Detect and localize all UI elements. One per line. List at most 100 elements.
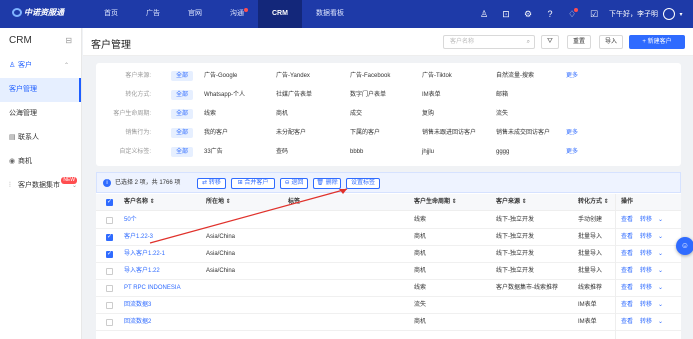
table-row[interactable]: 回流数据2 商机 IM表单 查看 转移 ⌄ bbox=[96, 314, 681, 331]
bell-icon[interactable]: ♢ bbox=[563, 0, 581, 28]
table-row[interactable]: 导入客户1.22 Asia/China 商机 线下-独立开发 批量导入 查看 转移 ⌄ bbox=[96, 263, 681, 280]
new-customer-button[interactable]: + 新建客户 bbox=[629, 35, 685, 49]
nav-communication[interactable]: 沟通 bbox=[216, 0, 258, 28]
transfer-link[interactable]: 转移 bbox=[640, 246, 652, 263]
cell-name[interactable]: 回流数据3 bbox=[124, 297, 151, 314]
merge-customer-button[interactable]: ⊞ 合并客户 bbox=[231, 178, 275, 189]
filter-option[interactable]: 广告-Yandex bbox=[276, 67, 310, 85]
table-row[interactable]: PT RPC INDONESIA 线索 客户数据集市-线索推荐 线索推荐 查看 转移 ⌄ bbox=[96, 280, 681, 297]
filter-option[interactable]: 数字门户表单 bbox=[350, 86, 386, 104]
filter-all[interactable]: 全部 bbox=[171, 71, 193, 81]
view-link[interactable]: 查看 bbox=[621, 246, 633, 263]
reset-button[interactable]: 重置 bbox=[567, 35, 591, 49]
column-header[interactable]: 客户名称 ⇕ bbox=[124, 194, 155, 211]
filter-more[interactable]: 更多 bbox=[566, 67, 578, 85]
sidebar-group-customer[interactable]: ♙ 客户 ⌃ bbox=[0, 54, 81, 78]
view-link[interactable]: 查看 bbox=[621, 280, 633, 297]
transfer-link[interactable]: 转移 bbox=[640, 314, 652, 331]
avatar[interactable] bbox=[663, 8, 675, 20]
transfer-link[interactable]: 转移 bbox=[640, 229, 652, 246]
filter-all[interactable]: 全部 bbox=[171, 90, 193, 100]
chevron-down-icon[interactable]: ▾ bbox=[677, 0, 685, 28]
filter-button[interactable]: ⛛ bbox=[541, 35, 559, 49]
cell-name[interactable]: 客户1.22-3 bbox=[124, 229, 153, 246]
chevron-down-icon[interactable]: ⌄ bbox=[658, 246, 663, 263]
user-icon[interactable]: ♙ bbox=[475, 0, 493, 28]
filter-option[interactable]: IM表单 bbox=[422, 86, 441, 104]
view-link[interactable]: 查看 bbox=[621, 229, 633, 246]
cell-name[interactable]: 导入客户1.22-1 bbox=[124, 246, 165, 263]
nav-crm[interactable]: CRM bbox=[258, 0, 302, 28]
column-header[interactable]: 客户生命周期 ⇕ bbox=[414, 194, 457, 211]
column-header[interactable]: 所在地 ⇕ bbox=[206, 194, 231, 211]
sidebar-item-contacts[interactable]: ▤ 联系人 bbox=[0, 126, 81, 150]
filter-option[interactable]: 复购 bbox=[422, 105, 434, 123]
nav-website[interactable]: 官网 bbox=[174, 0, 216, 28]
row-checkbox[interactable] bbox=[106, 233, 113, 241]
view-link[interactable]: 查看 bbox=[621, 263, 633, 280]
chevron-down-icon[interactable]: ⌄ bbox=[658, 212, 663, 229]
filter-option[interactable]: 流失 bbox=[496, 105, 508, 123]
filter-option[interactable]: 社媒广告表单 bbox=[276, 86, 312, 104]
settings-icon[interactable]: ⚙ bbox=[519, 0, 537, 28]
table-row[interactable]: 客户1.22-3 Asia/China 商机 线下-独立开发 批量导入 查看转移 ⌄ bbox=[96, 229, 681, 246]
filter-option[interactable]: gggg bbox=[496, 143, 509, 161]
set-tag-button[interactable]: 设置标签 bbox=[346, 178, 380, 189]
cell-name[interactable]: 导入客户1.22 bbox=[124, 263, 160, 280]
filter-more[interactable]: 更多 bbox=[566, 124, 578, 142]
filter-option[interactable]: 自然流量-搜索 bbox=[496, 67, 534, 85]
filter-option[interactable]: 下属的客户 bbox=[350, 124, 380, 142]
column-header[interactable]: 转化方式 ⇕ bbox=[578, 194, 609, 211]
delete-button[interactable]: 🗑 删除 bbox=[313, 178, 341, 189]
nav-dashboard[interactable]: 数据看板 bbox=[302, 0, 358, 28]
filter-option[interactable]: 销售未成交回访客户 bbox=[496, 124, 550, 142]
nav-home[interactable]: 首页 bbox=[90, 0, 132, 28]
filter-option[interactable]: 查码 bbox=[276, 143, 288, 161]
filter-option[interactable]: 线索 bbox=[204, 105, 216, 123]
sidebar-item-data-market[interactable]: ⫶ 客户数据集市 NEW ⌄ bbox=[0, 174, 81, 198]
nav-ads[interactable]: 广告 bbox=[132, 0, 174, 28]
cell-name[interactable]: 回流数据2 bbox=[124, 314, 151, 331]
cell-name[interactable]: PT RPC INDONESIA bbox=[124, 280, 181, 297]
collapse-icon[interactable]: ⊟ bbox=[65, 28, 72, 54]
column-header[interactable]: 客户来源 ⇕ bbox=[496, 194, 527, 211]
chevron-down-icon[interactable]: ⌄ bbox=[658, 314, 663, 331]
filter-option[interactable]: 广告-Facebook bbox=[350, 67, 390, 85]
view-link[interactable]: 查看 bbox=[621, 297, 633, 314]
filter-option[interactable]: bbbb bbox=[350, 143, 363, 161]
customer-service-button[interactable]: ☺ bbox=[676, 237, 693, 255]
filter-option[interactable]: 邮箱 bbox=[496, 86, 508, 104]
sidebar-item-public-pool[interactable]: 公海管理 bbox=[0, 102, 81, 126]
row-checkbox[interactable] bbox=[106, 285, 113, 292]
filter-more[interactable]: 更多 bbox=[566, 143, 578, 161]
row-checkbox[interactable] bbox=[106, 319, 113, 326]
task-icon[interactable]: ☑ bbox=[585, 0, 603, 28]
import-button[interactable]: 导入 bbox=[599, 35, 623, 49]
row-checkbox[interactable] bbox=[106, 217, 113, 224]
row-checkbox[interactable] bbox=[106, 250, 113, 258]
row-checkbox[interactable] bbox=[106, 268, 113, 275]
filter-option[interactable]: Whatsapp-个人 bbox=[204, 86, 245, 104]
chevron-down-icon[interactable]: ⌄ bbox=[658, 280, 663, 297]
filter-all[interactable]: 全部 bbox=[171, 128, 193, 138]
filter-option[interactable]: jhjjlu bbox=[422, 143, 434, 161]
transfer-link[interactable]: 转移 bbox=[640, 280, 652, 297]
filter-option[interactable]: 销售未跟进回访客户 bbox=[422, 124, 476, 142]
table-row[interactable]: 回流数据3 流失 IM表单 查看 转移 ⌄ bbox=[96, 297, 681, 314]
filter-option[interactable]: 未分配客户 bbox=[276, 124, 306, 142]
filter-option[interactable]: 成交 bbox=[350, 105, 362, 123]
app-logo[interactable]: 中诺资服通 bbox=[12, 7, 72, 21]
search-input[interactable]: 客户名称 ⌕ bbox=[443, 35, 535, 49]
transfer-button[interactable]: ⇄ 转移 bbox=[197, 178, 226, 189]
select-all-checkbox[interactable] bbox=[106, 198, 113, 206]
transfer-link[interactable]: 转移 bbox=[640, 297, 652, 314]
transfer-link[interactable]: 转移 bbox=[640, 263, 652, 280]
filter-option[interactable]: 33广告 bbox=[204, 143, 223, 161]
chevron-down-icon[interactable]: ⌄ bbox=[658, 229, 663, 246]
filter-all[interactable]: 全部 bbox=[171, 147, 193, 157]
table-row[interactable]: 导入客户1.22-1 Asia/China 商机 线下-独立开发 批量导入 查看转移 ⌄ bbox=[96, 246, 681, 263]
transfer-link[interactable]: 转移 bbox=[640, 212, 652, 229]
filter-option[interactable]: 商机 bbox=[276, 105, 288, 123]
view-link[interactable]: 查看 bbox=[621, 212, 633, 229]
help-icon[interactable]: ? bbox=[541, 0, 559, 28]
